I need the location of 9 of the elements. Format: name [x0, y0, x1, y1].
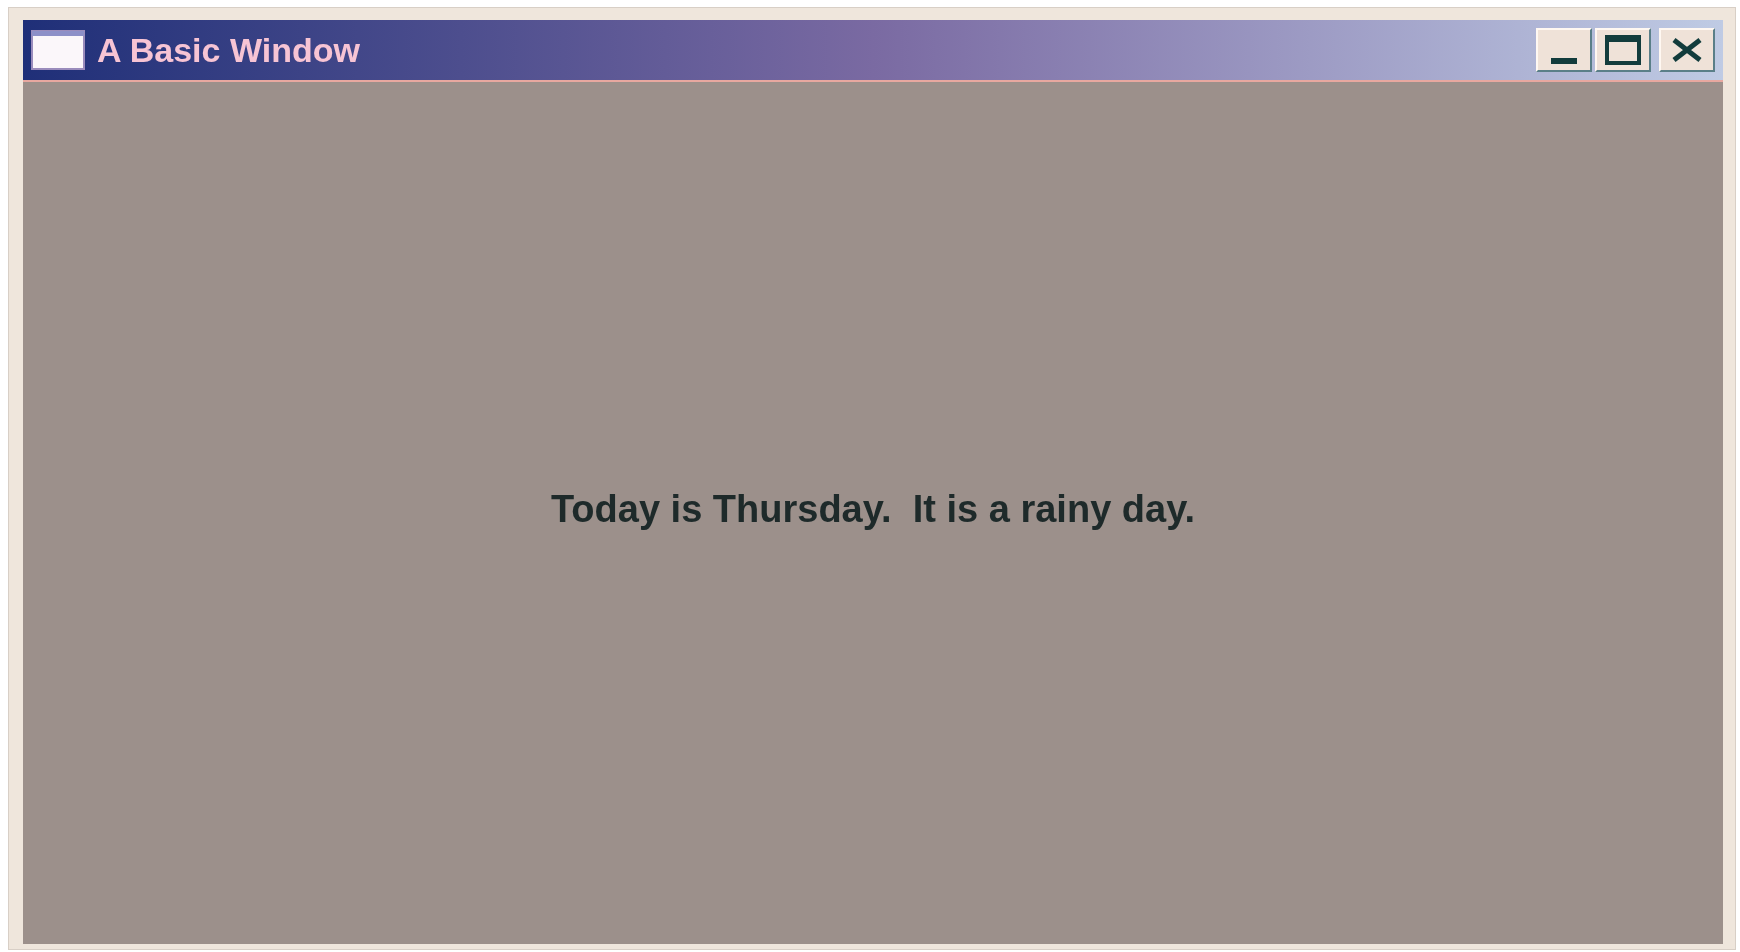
minimize-icon [1551, 58, 1577, 64]
minimize-button[interactable] [1536, 28, 1592, 72]
close-button[interactable] [1659, 28, 1715, 72]
message-text: Today is Thursday. It is a rainy day. [550, 486, 1196, 532]
maximize-icon [1605, 35, 1641, 65]
maximize-button[interactable] [1595, 28, 1651, 72]
window-icon [31, 30, 85, 70]
window-title: A Basic Window [97, 29, 360, 71]
close-icon [1671, 37, 1703, 63]
